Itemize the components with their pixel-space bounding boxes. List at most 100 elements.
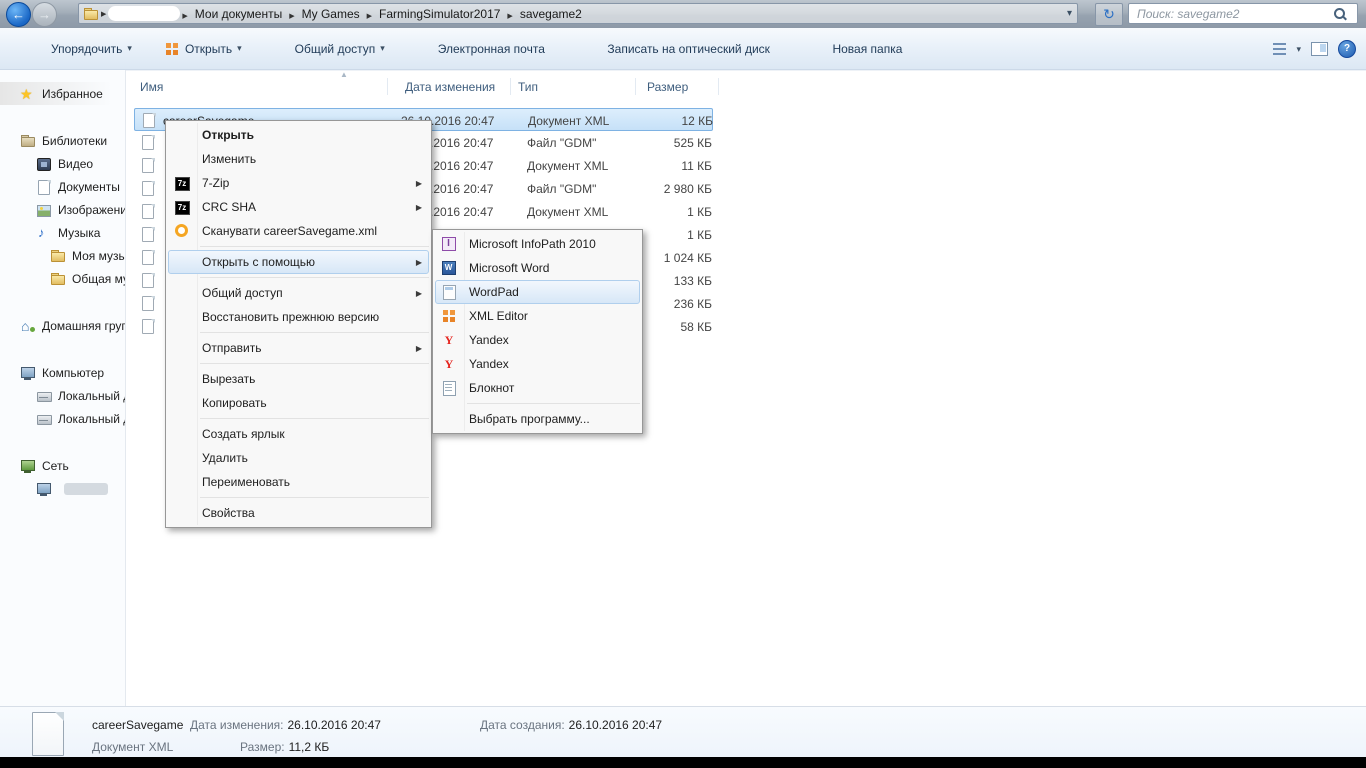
views-icon[interactable] (1273, 43, 1286, 55)
menu-item-label: Открыть с помощью (202, 255, 315, 269)
context-menu-item[interactable]: Изменить▶ (168, 147, 429, 171)
menu-item-icon (441, 356, 457, 372)
sidebar-item-icon (20, 458, 36, 474)
file-size: 2 980 КБ (566, 182, 712, 196)
context-menu-item[interactable]: CRC SHA▶ (168, 195, 429, 219)
submenu-item[interactable]: XML Editor▶ (435, 304, 640, 328)
toolbar-button-label: Новая папка (832, 42, 902, 56)
sidebar-item[interactable]: Сеть (0, 454, 125, 477)
search-input[interactable]: Поиск: savegame2 (1128, 3, 1358, 24)
menu-item-label: Сканувати careerSavegame.xml (202, 224, 377, 238)
breadcrumb-segment[interactable]: savegame2 (515, 7, 587, 21)
context-menu-item[interactable]: Копировать▶ (168, 391, 429, 415)
submenu-item[interactable]: Yandex▶ (435, 328, 640, 352)
context-menu-item[interactable]: 7-Zip▶ (168, 171, 429, 195)
menu-item-label: Общий доступ (202, 286, 283, 300)
sidebar-item[interactable]: Документы (0, 175, 125, 198)
sidebar-item[interactable]: Общая музыка (0, 267, 125, 290)
sidebar-item-label: Моя музыка (72, 249, 125, 263)
menu-item-label: Yandex (469, 333, 509, 347)
context-menu-item[interactable]: Открыть с помощью ▶ (168, 250, 429, 274)
sidebar-item[interactable]: Локальный диск (0, 407, 125, 430)
toolbar-button-icon (30, 41, 46, 57)
help-icon[interactable]: ? (1338, 40, 1356, 58)
menu-item-label: Блокнот (469, 381, 514, 395)
menu-item-label: Изменить (202, 152, 256, 166)
toolbar-button[interactable]: Упорядочить▾ (30, 41, 132, 57)
context-menu-item[interactable]: Отправить▶ (168, 336, 429, 360)
context-menu-item[interactable]: Создать ярлык▶ (168, 422, 429, 446)
submenu-item[interactable]: Yandex▶ (435, 352, 640, 376)
breadcrumb-segment[interactable]: Мои документы (190, 7, 287, 21)
submenu-item[interactable]: Выбрать программу...▶ (435, 407, 640, 431)
file-preview-icon (30, 712, 66, 756)
column-header-size[interactable]: Размер (647, 80, 688, 94)
sidebar-item[interactable] (0, 477, 125, 500)
sidebar-item-icon (36, 225, 52, 241)
toolbar-button-icon (586, 41, 602, 57)
document-icon (140, 180, 156, 196)
column-header-name[interactable]: Имя (140, 80, 163, 94)
context-menu-item[interactable]: Переименовать▶ (168, 470, 429, 494)
context-menu-item[interactable]: Восстановить прежнюю версию▶ (168, 305, 429, 329)
toolbar-button[interactable]: Электронная почта▾ (417, 41, 555, 57)
toolbar-button[interactable]: Общий доступ▾ (274, 41, 385, 57)
sidebar-item[interactable]: Музыка (0, 221, 125, 244)
file-size: 12 КБ (567, 114, 713, 128)
sidebar-item[interactable]: Локальный диск (0, 384, 125, 407)
breadcrumb-segment[interactable]: My Games (297, 7, 365, 21)
context-menu-item[interactable]: Удалить▶ (168, 446, 429, 470)
sidebar-item-label: Локальный диск (58, 412, 125, 426)
details-size-label: Размер: (240, 740, 285, 754)
sidebar-item[interactable]: Моя музыка (0, 244, 125, 267)
file-size: 525 КБ (566, 136, 712, 150)
submenu-item[interactable]: Microsoft InfoPath 2010▶ (435, 232, 640, 256)
toolbar-button[interactable]: Записать на оптический диск▾ (586, 41, 779, 57)
submenu-item[interactable]: WordPad▶ (435, 280, 640, 304)
submenu-item[interactable]: Блокнот▶ (435, 376, 640, 400)
menu-item-label: Microsoft InfoPath 2010 (469, 237, 596, 251)
menu-item-label: CRC SHA (202, 200, 256, 214)
menu-item-label: Переименовать (202, 475, 290, 489)
details-created: Дата создания:26.10.2016 20:47 (480, 718, 662, 732)
column-header-date[interactable]: Дата изменения (405, 80, 495, 94)
breadcrumb[interactable]: ▶ ▶Мои документы▶My Games▶FarmingSimulat… (78, 3, 1078, 24)
context-menu-item[interactable]: Открыть▶ (168, 123, 429, 147)
back-button[interactable]: ← (6, 2, 31, 27)
context-menu-item[interactable]: Свойства▶ (168, 501, 429, 525)
search-placeholder: Поиск: savegame2 (1137, 7, 1239, 21)
toolbar-button[interactable]: Открыть▾ (164, 41, 242, 57)
sidebar-item[interactable]: Изображения (0, 198, 125, 221)
submenu-item[interactable]: Microsoft Word▶ (435, 256, 640, 280)
address-dropdown-icon[interactable]: ▾ (1067, 8, 1072, 19)
sidebar-item[interactable]: Избранное (0, 82, 125, 105)
menu-item-icon (441, 332, 457, 348)
forward-button[interactable]: → (32, 2, 57, 27)
sidebar-item[interactable]: Компьютер (0, 361, 125, 384)
preview-pane-icon[interactable] (1311, 42, 1328, 56)
details-modified-value: 26.10.2016 20:47 (288, 718, 381, 732)
toolbar-button-label: Открыть (185, 42, 232, 56)
sidebar-item-icon (20, 133, 36, 149)
document-icon (141, 112, 157, 128)
context-menu-item[interactable]: Сканувати careerSavegame.xml▶ (168, 219, 429, 243)
menu-item-icon (174, 474, 190, 490)
letterbox-bar (0, 757, 1366, 768)
column-divider (387, 78, 388, 95)
breadcrumb-segment[interactable]: FarmingSimulator2017 (374, 7, 505, 21)
sidebar-item[interactable]: Домашняя группа (0, 314, 125, 337)
menu-item-icon (441, 411, 457, 427)
submenu-arrow-icon: ▶ (416, 258, 422, 267)
context-menu-item[interactable]: Общий доступ▶ (168, 281, 429, 305)
views-dropdown-icon[interactable]: ▾ (1296, 44, 1301, 55)
context-menu-item[interactable]: Вырезать▶ (168, 367, 429, 391)
details-created-label: Дата создания: (480, 718, 565, 732)
column-header-type[interactable]: Тип (518, 80, 538, 94)
refresh-button[interactable]: ↻ (1095, 3, 1123, 26)
sidebar-item-icon (36, 179, 52, 195)
menu-item-icon (174, 426, 190, 442)
sidebar-item[interactable]: Видео (0, 152, 125, 175)
sidebar-item-label: Изображения (58, 203, 125, 217)
toolbar-button[interactable]: Новая папка▾ (811, 41, 911, 57)
sidebar-item[interactable]: Библиотеки (0, 129, 125, 152)
